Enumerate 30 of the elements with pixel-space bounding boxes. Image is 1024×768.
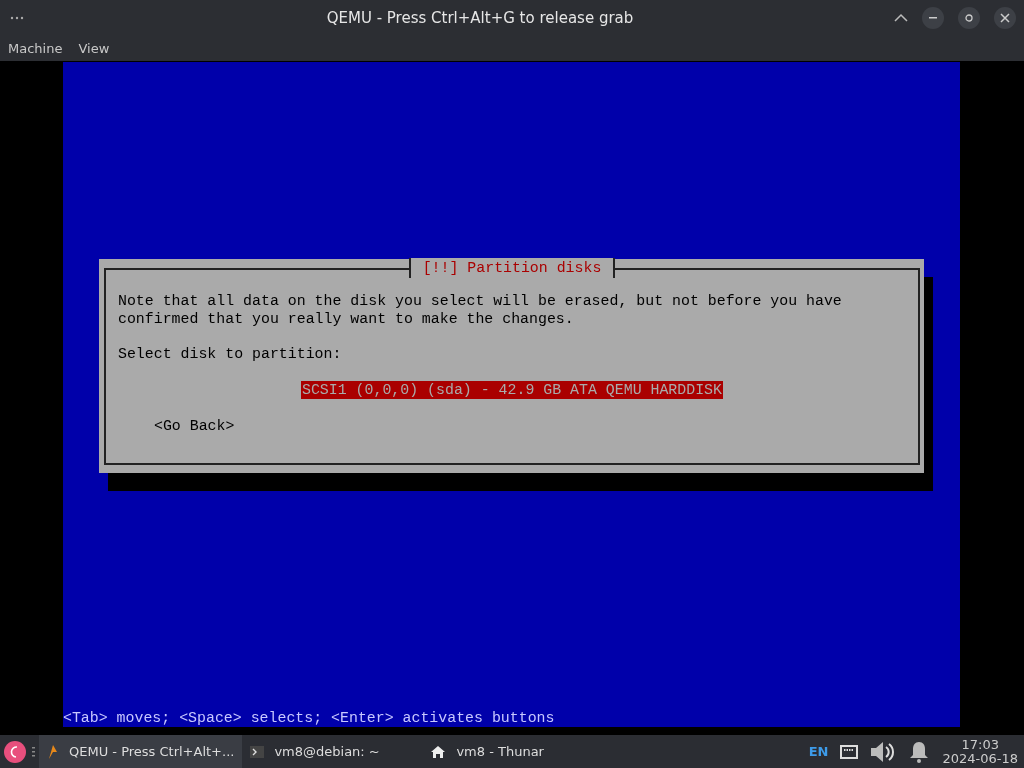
bell-icon[interactable] <box>908 739 931 764</box>
menu-item[interactable]: View <box>78 40 110 56</box>
home-icon <box>430 744 447 759</box>
menu-icon[interactable] <box>10 14 26 21</box>
volume-icon[interactable] <box>870 739 897 764</box>
close-icon <box>1000 12 1010 23</box>
dialog-title: [!!] Partition disks <box>408 258 616 278</box>
minimize-button[interactable] <box>922 6 944 29</box>
clock-time[interactable]: 17:03 <box>961 737 999 752</box>
start-menu-icon[interactable] <box>4 740 26 763</box>
chevron-up-icon[interactable] <box>894 13 908 22</box>
close-button[interactable] <box>994 6 1016 29</box>
language-indicator[interactable]: EN <box>808 744 829 759</box>
terminal-icon <box>250 745 265 758</box>
prompt-text: Select disk to partition: <box>118 345 343 363</box>
taskbar-button[interactable]: QEMU - Press Ctrl+Alt+... <box>39 735 243 768</box>
app-icon <box>47 743 59 760</box>
help-line: <Tab> moves; <Space> selects; <Enter> activates buttons <box>63 709 555 727</box>
clock-date[interactable]: 2024-06-18 <box>942 751 1018 766</box>
taskbar-button[interactable]: vm8@debian: ~ <box>242 735 423 768</box>
minimize-icon <box>929 16 937 19</box>
window-title: QEMU - Press Ctrl+Alt+G to release grab <box>325 8 635 27</box>
maximize-icon <box>965 13 973 22</box>
network-icon[interactable] <box>840 744 859 759</box>
grip-icon <box>32 746 35 757</box>
message-text: Note that all data on the disk you select will be erased, but not before you have confirmed that you really want to make the changes. <box>118 292 843 328</box>
go-back-button[interactable]: <Go Back> <box>154 418 235 434</box>
menu-item[interactable]: Machine <box>8 40 63 56</box>
taskbar-button[interactable]: vm8 - Thunar <box>422 735 552 768</box>
maximize-button[interactable] <box>958 6 980 29</box>
